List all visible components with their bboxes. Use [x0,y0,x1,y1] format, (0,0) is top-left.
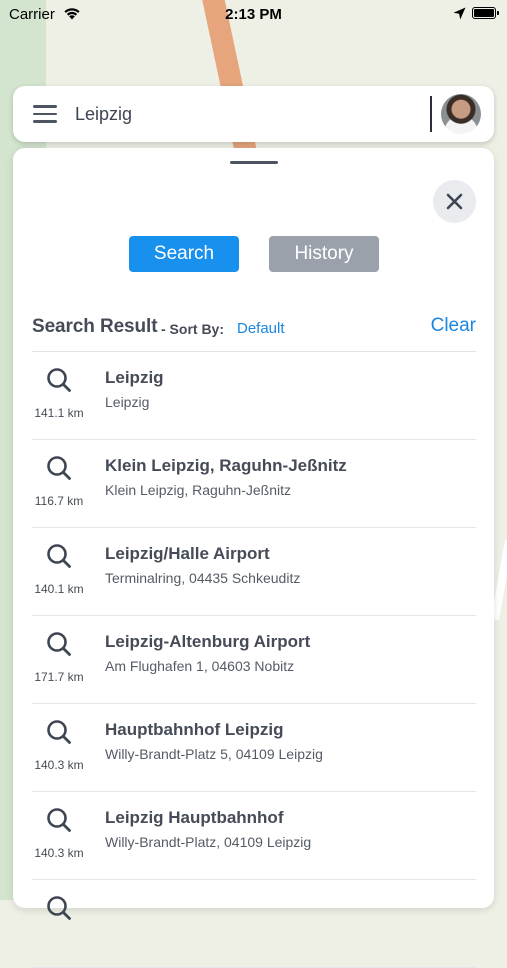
list-item[interactable]: 141.1 km Leipzig Leipzig [32,352,476,440]
hamburger-menu-icon[interactable] [33,105,57,123]
result-address: Willy-Brandt-Platz, 04109 Leipzig [105,834,312,850]
result-name: Hauptbahnhof Leipzig [105,720,284,739]
close-icon [446,193,463,210]
search-bar-divider [430,96,432,132]
result-distance: 140.1 km [34,582,84,596]
result-name: Leipzig-Altenburg Airport [105,632,311,651]
search-input[interactable]: Leipzig [75,104,132,125]
list-item[interactable]: 116.7 km Klein Leipzig, Raguhn-Jeßnitz K… [32,440,476,528]
battery-icon [472,7,499,19]
list-item[interactable] [32,880,476,968]
status-bar: Carrier 2:13 PM [0,0,507,28]
result-address: Leipzig [105,394,150,410]
location-arrow-icon [453,7,466,20]
result-name: Klein Leipzig, Raguhn-Jeßnitz [105,456,347,475]
tab-search[interactable]: Search [129,236,239,272]
results-title: Search Result [32,316,158,337]
status-time: 2:13 PM [225,6,282,23]
sort-by-label: - Sort By: [161,321,224,337]
search-results-panel: Search History Search Result - Sort By: … [13,148,494,968]
result-address: Terminalring, 04435 Schkeuditz [105,570,301,586]
result-address: Willy-Brandt-Platz 5, 04109 Leipzig [105,746,323,762]
search-icon [47,720,71,744]
search-bar[interactable]: Leipzig [13,86,494,142]
list-item[interactable]: 171.7 km Leipzig-Altenburg Airport Am Fl… [32,616,476,704]
result-distance: 171.7 km [34,670,84,684]
search-icon [47,632,71,656]
sort-by-dropdown[interactable]: Default [237,320,285,337]
results-list: 141.1 km Leipzig Leipzig 116.7 km Klein … [32,352,476,968]
results-header: Search Result - Sort By: Default Clear [32,315,476,352]
list-item[interactable]: 140.3 km Hauptbahnhof Leipzig Willy-Bran… [32,704,476,792]
result-distance: 116.7 km [34,494,84,508]
result-distance: 141.1 km [34,406,84,420]
tab-history[interactable]: History [269,236,379,272]
result-address: Am Flughafen 1, 04603 Nobitz [105,658,295,674]
search-icon [47,544,71,568]
result-name: Leipzig [105,368,164,387]
result-address: Klein Leipzig, Raguhn-Jeßnitz [105,482,291,498]
result-name: Leipzig/Halle Airport [105,544,270,563]
clear-button[interactable]: Clear [431,315,476,337]
result-distance: 140.3 km [34,846,84,860]
search-icon [47,456,71,480]
list-item[interactable]: 140.1 km Leipzig/Halle Airport Terminalr… [32,528,476,616]
drag-handle[interactable] [230,161,278,164]
search-icon [47,368,71,392]
avatar[interactable] [441,94,481,134]
search-icon [47,808,71,832]
search-icon [47,896,71,920]
list-item[interactable]: 140.3 km Leipzig Hauptbahnhof Willy-Bran… [32,792,476,880]
result-name: Leipzig Hauptbahnhof [105,808,284,827]
close-button[interactable] [433,180,476,223]
result-distance: 140.3 km [34,758,84,772]
